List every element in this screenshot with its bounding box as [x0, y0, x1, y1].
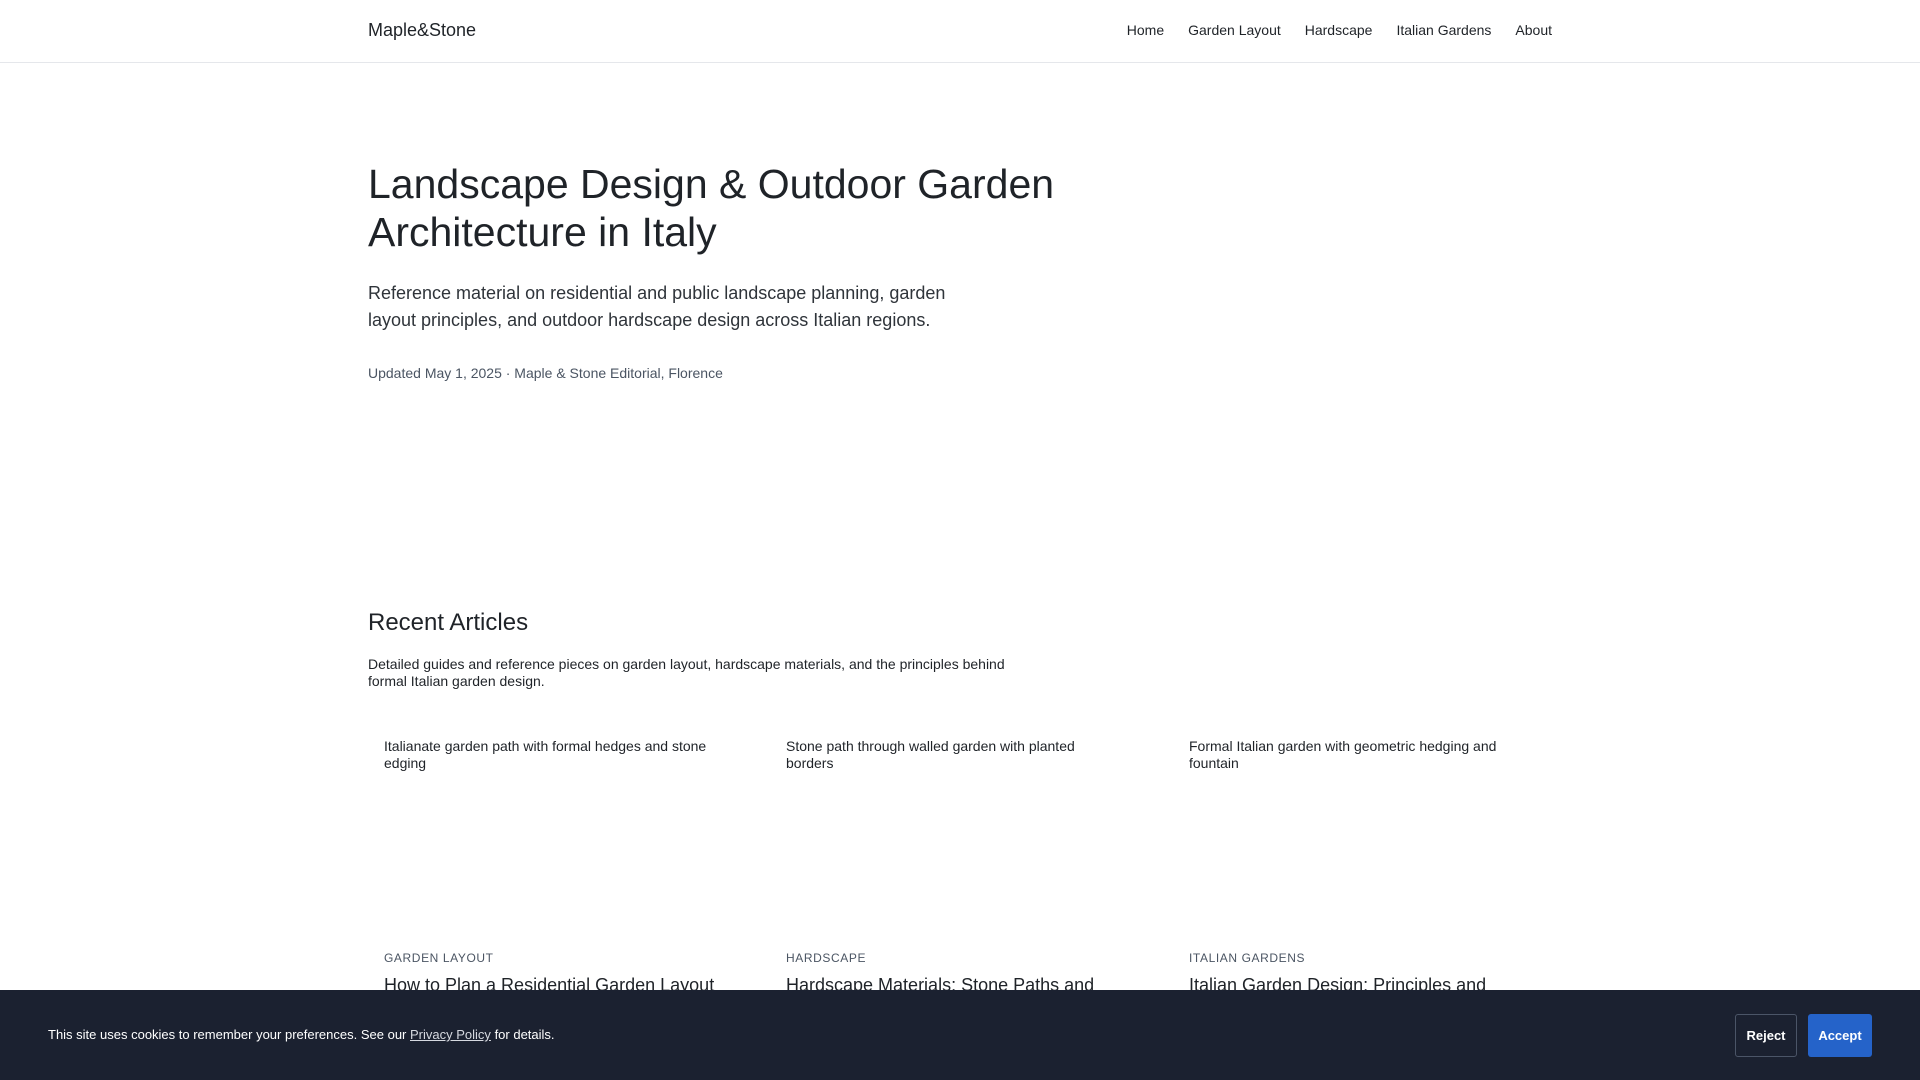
nav-link-hardscape[interactable]: Hardscape	[1305, 22, 1373, 38]
article-category: GARDEN LAYOUT	[384, 951, 494, 965]
accept-cookies-button[interactable]: Accept	[1808, 1014, 1872, 1057]
reject-cookies-button[interactable]: Reject	[1735, 1014, 1797, 1057]
article-card[interactable]: Stone path through walled garden with pl…	[786, 738, 1146, 995]
recent-articles-heading: Recent Articles	[368, 609, 529, 636]
hero-meta: Updated May 1, 2025 · Maple & Stone Edit…	[368, 365, 723, 381]
brand-logo-link[interactable]: Maple&Stone	[368, 20, 476, 41]
cookie-message: This site uses cookies to remember your …	[48, 1027, 555, 1042]
hero-lead: Reference material on residential and pu…	[368, 283, 946, 330]
site-header: Maple&Stone Home Garden Layout Hardscape…	[0, 0, 1920, 63]
privacy-policy-link[interactable]: Privacy Policy	[410, 1027, 491, 1042]
article-category: ITALIAN GARDENS	[1189, 951, 1306, 965]
nav-link-italian-gardens[interactable]: Italian Gardens	[1396, 22, 1491, 38]
nav-link-about[interactable]: About	[1515, 22, 1552, 38]
article-category: HARDSCAPE	[786, 951, 867, 965]
cookie-banner: This site uses cookies to remember your …	[0, 990, 1920, 1080]
page-title: Landscape Design & Outdoor Garden Archit…	[368, 161, 1055, 255]
nav-link-home[interactable]: Home	[1127, 22, 1164, 38]
recent-articles-description: Detailed guides and reference pieces on …	[368, 656, 1005, 689]
nav-link-garden-layout[interactable]: Garden Layout	[1188, 22, 1281, 38]
cookie-text-after: for details.	[494, 1027, 555, 1042]
article-card[interactable]: Formal Italian garden with geometric hed…	[1189, 738, 1549, 995]
cookie-text-before: This site uses cookies to remember your …	[48, 1027, 407, 1042]
article-image-placeholder[interactable]: Formal Italian garden with geometric hed…	[1189, 738, 1519, 928]
article-card[interactable]: Italianate garden path with formal hedge…	[384, 738, 744, 995]
article-image-placeholder[interactable]: Italianate garden path with formal hedge…	[384, 738, 714, 928]
main-nav: Home Garden Layout Hardscape Italian Gar…	[1127, 22, 1552, 38]
article-image-placeholder[interactable]: Stone path through walled garden with pl…	[786, 738, 1116, 928]
